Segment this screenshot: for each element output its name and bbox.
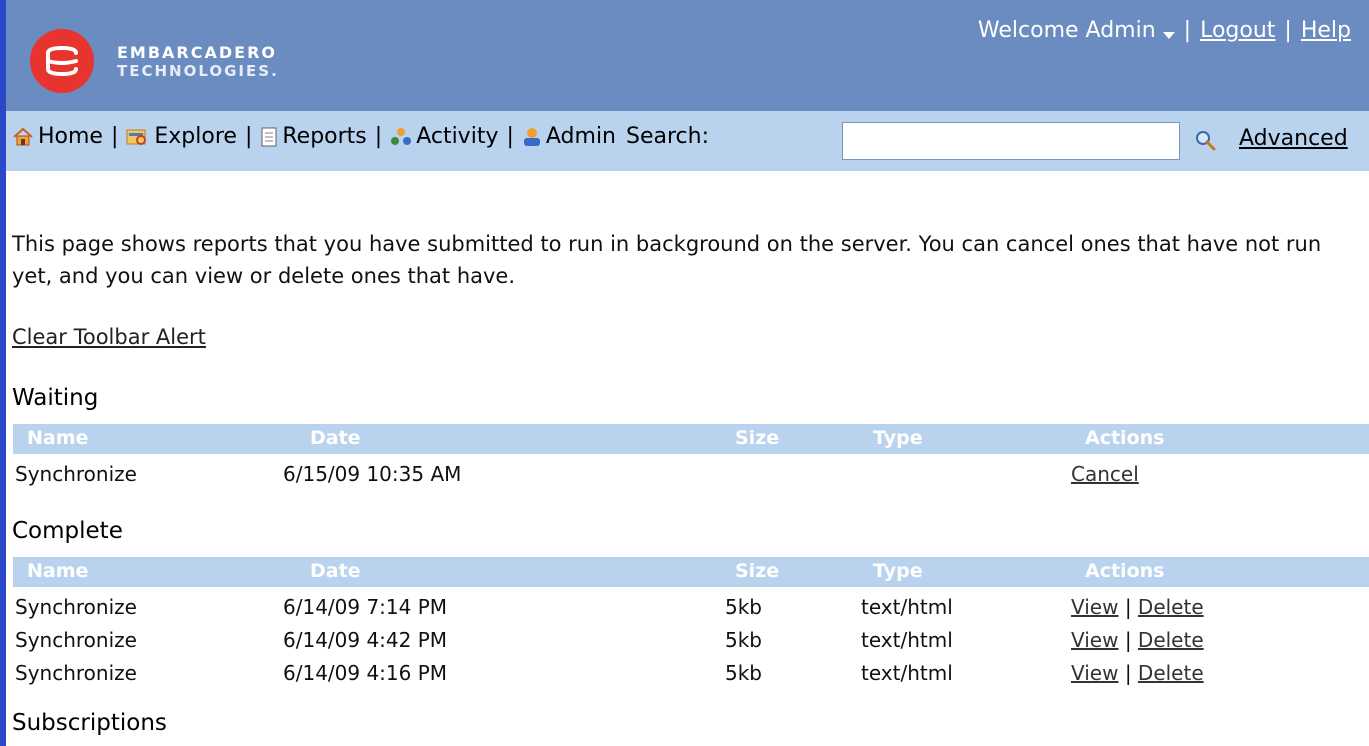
column-header-type: Type xyxy=(873,427,923,449)
table-row: Synchronize 6/15/09 10:35 AM Cancel xyxy=(13,458,1369,491)
row-type: text/html xyxy=(861,628,953,652)
nav-activity-label: Activity xyxy=(416,124,499,149)
row-date: 6/14/09 4:42 PM xyxy=(283,628,448,652)
page-description: This page shows reports that you have su… xyxy=(12,232,1322,288)
column-header-actions: Actions xyxy=(1085,560,1165,582)
separator: | xyxy=(374,124,383,149)
home-icon xyxy=(13,127,33,145)
row-name: Synchronize xyxy=(15,595,137,619)
app-header: EMBARCADERO TECHNOLOGIES. Welcome Admin … xyxy=(6,0,1369,111)
nav-home-label: Home xyxy=(38,124,103,149)
column-header-size: Size xyxy=(735,427,780,449)
table-row: Synchronize 6/14/09 4:16 PM 5kb text/htm… xyxy=(15,661,1204,685)
delete-link[interactable]: Delete xyxy=(1138,628,1204,652)
row-date: 6/14/09 7:14 PM xyxy=(283,595,448,619)
row-size: 5kb xyxy=(725,595,763,619)
logout-link[interactable]: Logout xyxy=(1200,18,1275,43)
separator: | xyxy=(1183,18,1192,43)
complete-table-header: Name Date Size Type Actions xyxy=(13,557,1369,587)
advanced-search-link[interactable]: Advanced xyxy=(1239,126,1348,151)
column-header-date: Date xyxy=(310,427,361,449)
column-header-type: Type xyxy=(873,560,923,582)
row-name: Synchronize xyxy=(15,628,137,652)
chevron-down-icon xyxy=(1162,32,1175,39)
nav-admin-label: Admin xyxy=(545,124,617,149)
report-icon xyxy=(261,127,277,146)
delete-link[interactable]: Delete xyxy=(1138,595,1204,619)
separator: | xyxy=(110,124,119,149)
row-name: Synchronize xyxy=(15,661,137,685)
column-header-actions: Actions xyxy=(1085,427,1165,449)
view-link[interactable]: View xyxy=(1071,628,1118,652)
column-header-name: Name xyxy=(27,560,89,582)
nav-items: Home | Explore | Reports | Activity | Ad… xyxy=(12,124,709,149)
view-link[interactable]: View xyxy=(1071,661,1118,685)
column-header-date: Date xyxy=(310,560,361,582)
nav-item-admin[interactable]: Admin xyxy=(522,124,616,149)
embarcadero-logo-icon xyxy=(30,29,94,93)
search-label: Search: xyxy=(626,124,710,149)
row-type: text/html xyxy=(861,595,953,619)
activity-icon xyxy=(391,127,412,145)
search-icon[interactable] xyxy=(1193,128,1217,152)
row-date: 6/14/09 4:16 PM xyxy=(283,661,448,685)
logo-line1: EMBARCADERO xyxy=(117,43,278,62)
nav-bar: Home | Explore | Reports | Activity | Ad… xyxy=(6,111,1369,171)
welcome-dropdown[interactable]: Welcome Admin xyxy=(978,18,1175,43)
complete-section-title: Complete xyxy=(12,518,123,544)
row-size: 5kb xyxy=(725,628,763,652)
nav-item-reports[interactable]: Reports xyxy=(260,124,367,149)
logo-wordmark: EMBARCADERO TECHNOLOGIES. xyxy=(117,43,279,81)
table-row: Synchronize 6/14/09 7:14 PM 5kb text/htm… xyxy=(15,595,1204,619)
logo-line2: TECHNOLOGIES. xyxy=(117,62,279,80)
nav-explore-label: Explore xyxy=(154,124,237,149)
table-row: Synchronize 6/14/09 4:42 PM 5kb text/htm… xyxy=(15,628,1204,652)
delete-link[interactable]: Delete xyxy=(1138,661,1204,685)
welcome-label: Welcome Admin xyxy=(977,18,1156,43)
subscriptions-section-title: Subscriptions xyxy=(12,710,167,736)
cancel-link[interactable]: Cancel xyxy=(1071,462,1139,486)
help-link[interactable]: Help xyxy=(1301,18,1351,43)
row-size: 5kb xyxy=(725,661,763,685)
nav-reports-label: Reports xyxy=(282,124,367,149)
separator: | xyxy=(244,124,253,149)
separator: | xyxy=(1284,18,1292,43)
column-header-name: Name xyxy=(27,427,89,449)
row-type: text/html xyxy=(861,661,953,685)
row-name: Synchronize xyxy=(15,462,137,486)
nav-item-explore[interactable]: Explore xyxy=(126,124,237,149)
explore-icon xyxy=(126,129,147,145)
clear-toolbar-alert-link[interactable]: Clear Toolbar Alert xyxy=(12,325,206,349)
column-header-size: Size xyxy=(735,560,780,582)
user-menu: Welcome Admin | Logout | Help xyxy=(978,18,1351,43)
nav-item-activity[interactable]: Activity xyxy=(390,124,498,149)
row-date: 6/15/09 10:35 AM xyxy=(283,462,462,486)
waiting-section-title: Waiting xyxy=(12,385,99,411)
admin-user-icon xyxy=(523,127,540,146)
view-link[interactable]: View xyxy=(1071,595,1118,619)
nav-item-home[interactable]: Home xyxy=(12,124,103,149)
waiting-table-header: Name Date Size Type Actions xyxy=(13,424,1369,454)
search-input[interactable] xyxy=(842,122,1180,160)
separator: | xyxy=(506,124,514,149)
